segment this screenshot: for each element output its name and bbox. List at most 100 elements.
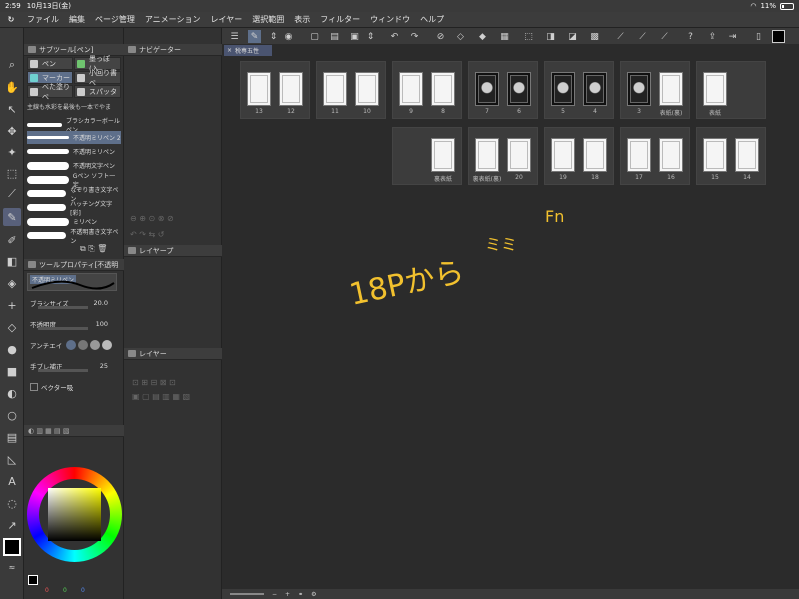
- redo-icon[interactable]: ↷: [408, 30, 421, 43]
- menu-page[interactable]: ページ管理: [90, 14, 140, 25]
- stabilize-slider[interactable]: [38, 369, 88, 372]
- antialias-row[interactable]: アンチエイ: [30, 338, 120, 351]
- close-tab-icon[interactable]: ×: [227, 47, 232, 54]
- page-thumbnail[interactable]: [551, 138, 575, 172]
- opacity-slider[interactable]: [38, 327, 88, 330]
- page-spread[interactable]: 17 16: [620, 127, 690, 185]
- menu-edit[interactable]: 編集: [64, 14, 90, 25]
- pen-mode-icon[interactable]: ✎: [248, 30, 261, 43]
- brush-icon[interactable]: ◧: [3, 252, 21, 270]
- layer-tools-row1[interactable]: ⊡ ⊞ ⊟ ⊠ ⊡: [132, 378, 176, 387]
- page-spread[interactable]: 15 14: [696, 127, 766, 185]
- frame-icon[interactable]: ▤: [3, 428, 21, 446]
- stabilize-row[interactable]: 手ブレ補正 25: [30, 359, 120, 372]
- page-spread[interactable]: 3 表紙(裏): [620, 61, 690, 119]
- color-toggle-icon[interactable]: [772, 30, 785, 43]
- brush-size-slider[interactable]: [38, 306, 88, 309]
- magic-wand-icon[interactable]: ✦: [3, 143, 21, 161]
- link-icon[interactable]: ⚭: [298, 591, 303, 598]
- page-thumbnail[interactable]: [551, 72, 575, 106]
- menu-selection[interactable]: 選択範囲: [247, 14, 289, 25]
- snap-special-icon[interactable]: ⟋: [636, 30, 649, 43]
- balloon-icon[interactable]: ◌: [3, 494, 21, 512]
- menu-view[interactable]: 表示: [289, 14, 315, 25]
- subtool-tab-pen[interactable]: ペン: [27, 57, 73, 70]
- blend-icon[interactable]: ●: [3, 340, 21, 358]
- airbrush-icon[interactable]: ◈: [3, 274, 21, 292]
- decoration-icon[interactable]: +: [3, 296, 21, 314]
- share-icon[interactable]: ⇪: [706, 30, 719, 43]
- brush-item[interactable]: ブラシカラーボールペン: [27, 118, 121, 134]
- page-thumbnail[interactable]: [659, 72, 683, 106]
- new-file-icon[interactable]: ▢: [308, 30, 321, 43]
- page-spread[interactable]: 裏表紙: [392, 127, 462, 185]
- shape-icon[interactable]: ○: [3, 406, 21, 424]
- antialias-options[interactable]: [66, 339, 113, 350]
- document-tab[interactable]: × 税専五性: [224, 45, 272, 56]
- deselect-icon[interactable]: ⬚: [522, 30, 535, 43]
- snap-grid-icon[interactable]: ⟋: [658, 30, 671, 43]
- page-thumbnail[interactable]: [583, 72, 607, 106]
- page-thumbnail[interactable]: [507, 72, 531, 106]
- brush-size-row[interactable]: ブラシサイズ 20.0: [30, 296, 120, 309]
- brush-item[interactable]: 不透明ミリペン: [27, 145, 121, 158]
- page-thumbnail[interactable]: [247, 72, 271, 106]
- subtool-tab-small[interactable]: 小回り書べ: [74, 69, 121, 87]
- eyedropper-icon[interactable]: ⟋: [3, 185, 21, 203]
- page-spread[interactable]: 裏表紙(裏) 20: [468, 127, 538, 185]
- brush-item[interactable]: ハッチング文字 [彩]: [27, 201, 121, 217]
- app-logo-icon[interactable]: ↻: [0, 15, 22, 24]
- pen-icon[interactable]: ✎: [3, 208, 21, 226]
- navigator-controls[interactable]: ⊖ ⊕ ⊙ ⊗ ⊘: [130, 214, 174, 223]
- zoom-slider[interactable]: [230, 593, 264, 595]
- eye-icon[interactable]: ◉: [282, 30, 295, 43]
- vector-checkbox[interactable]: [30, 382, 38, 391]
- menu-filter[interactable]: フィルター: [315, 14, 365, 25]
- settings-icon[interactable]: ⚙: [311, 591, 316, 598]
- brush-item-selected[interactable]: 不透明ミリペン 2: [27, 131, 121, 144]
- zoom-in-icon[interactable]: +: [285, 591, 290, 598]
- vector-row[interactable]: ベクター吸: [30, 380, 120, 393]
- page-thumbnail[interactable]: [475, 72, 499, 106]
- color-panel-tabs-icon[interactable]: ◐ ▥ ▦ ▤ ▧: [28, 427, 69, 435]
- page-thumbnail[interactable]: [735, 138, 759, 172]
- move-icon[interactable]: ✥: [3, 122, 21, 140]
- fill-sel-icon[interactable]: ◆: [476, 30, 489, 43]
- menu-animation[interactable]: アニメーション: [140, 14, 206, 25]
- save-icon[interactable]: ▣: [348, 30, 361, 43]
- text-icon[interactable]: A: [3, 472, 21, 490]
- device-icon[interactable]: ▯: [752, 30, 765, 43]
- fill-icon[interactable]: ■: [3, 362, 21, 380]
- page-thumbnail[interactable]: [475, 138, 499, 172]
- page-spread[interactable]: 13 12: [240, 61, 310, 119]
- page-thumbnail[interactable]: [431, 138, 455, 172]
- menu-layer[interactable]: レイヤー: [206, 14, 248, 25]
- selection-icon[interactable]: ⬚: [3, 164, 21, 182]
- page-thumbnail[interactable]: [703, 138, 727, 172]
- page-spread[interactable]: 11 10: [316, 61, 386, 119]
- open-icon[interactable]: ▤: [328, 30, 341, 43]
- pencil-icon[interactable]: ✐: [3, 231, 21, 249]
- undo-icon[interactable]: ↶: [388, 30, 401, 43]
- menu-file[interactable]: ファイル: [22, 14, 64, 25]
- opacity-row[interactable]: 不透明度 100: [30, 317, 120, 330]
- hand-icon[interactable]: ✋: [3, 78, 21, 96]
- page-spread[interactable]: 98: [392, 61, 462, 119]
- layer-tools-row2[interactable]: ▣ ▢ ▤ ▥ ▦ ▧: [132, 392, 190, 401]
- save-stepper-icon[interactable]: ⇕: [364, 30, 377, 43]
- main-color-swatch[interactable]: [3, 538, 21, 556]
- page-thumbnail[interactable]: [659, 138, 683, 172]
- invert-icon[interactable]: ◨: [544, 30, 557, 43]
- menu-window[interactable]: ウィンドウ: [365, 14, 415, 25]
- grid-icon[interactable]: ▩: [588, 30, 601, 43]
- page-thumbnail[interactable]: [431, 72, 455, 106]
- ruler-snap-icon[interactable]: ⊘: [434, 30, 447, 43]
- stepper-icon[interactable]: ⇕: [267, 30, 280, 43]
- page-thumbnail[interactable]: [279, 72, 303, 106]
- ruler-icon[interactable]: ◺: [3, 450, 21, 468]
- color-wheel[interactable]: [27, 467, 122, 562]
- menu-help[interactable]: ヘルプ: [415, 14, 449, 25]
- page-thumbnail[interactable]: [627, 72, 651, 106]
- page-spread[interactable]: 54: [544, 61, 614, 119]
- clear-icon[interactable]: ◇: [454, 30, 467, 43]
